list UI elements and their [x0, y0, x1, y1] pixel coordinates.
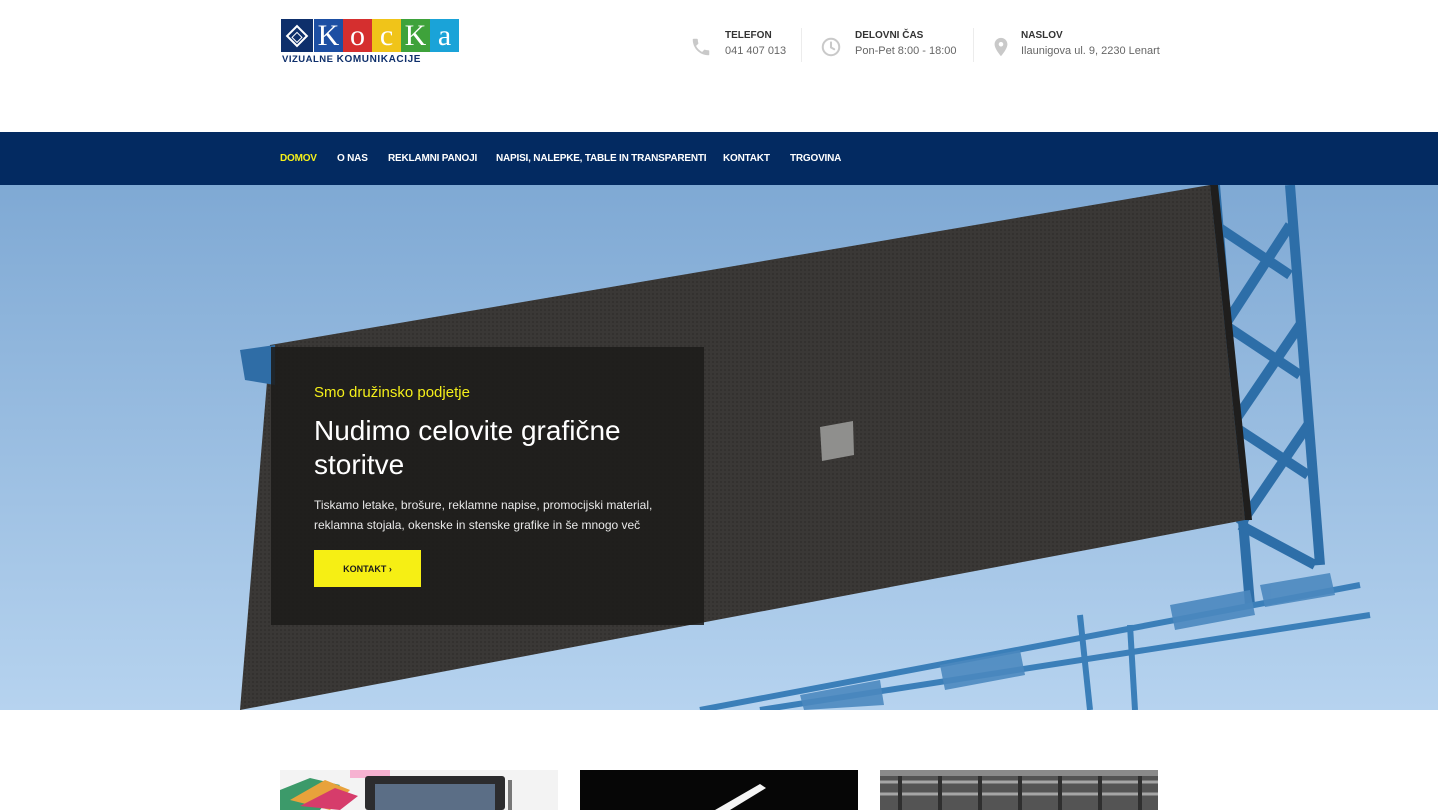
metal-structure-image	[880, 770, 1158, 810]
logo-letter: K	[401, 19, 430, 52]
main-navigation: DOMOV O NAS REKLAMNI PANOJI NAPISI, NALE…	[0, 132, 1438, 185]
logo-subtitle-big: KOMUNIKACIJE	[336, 54, 422, 65]
color-swatch-laptop-image	[280, 770, 558, 810]
hero-billboard-image	[0, 185, 1438, 710]
business-card-image	[580, 770, 858, 810]
logo-letter: c	[372, 19, 401, 52]
hours-value: Pon-Pet 8:00 - 18:00	[855, 45, 957, 57]
service-card-image[interactable]	[880, 770, 1158, 810]
logo-wordmark: K o c K a	[314, 19, 459, 52]
nav-item-domov[interactable]: DOMOV	[280, 153, 317, 164]
clock-icon	[821, 37, 841, 57]
service-card-image[interactable]	[580, 770, 858, 810]
hero-description: Tiskamo letake, brošure, reklamne napise…	[314, 498, 653, 532]
nav-item-napisi[interactable]: NAPISI, NALEPKE, TABLE IN TRANSPARENTI	[496, 153, 707, 164]
header-divider	[973, 28, 974, 62]
header-phone[interactable]: TELEFON 041 407 013	[690, 28, 800, 62]
hero-title: Nudimo celovite grafične storitve	[314, 415, 621, 480]
logo-subtitle: VIZUALNE KOMUNIKACIJE	[282, 54, 421, 65]
phone-icon	[692, 38, 710, 56]
hero-eyebrow: Smo družinsko podjetje	[314, 384, 470, 401]
nav-item-o-nas[interactable]: O NAS	[337, 153, 368, 164]
logo-letter: a	[430, 19, 459, 52]
address-value: Ilaunigova ul. 9, 2230 Lenart	[1021, 45, 1160, 57]
site-header: K o c K a VIZUALNE KOMUNIKACIJE TELEFON …	[0, 0, 1438, 132]
nav-item-trgovina[interactable]: TRGOVINA	[790, 153, 841, 164]
address-title: NASLOV	[1021, 30, 1063, 41]
logo-diamond-icon	[281, 19, 313, 52]
nav-item-reklamni-panoji[interactable]: REKLAMNI PANOJI	[388, 153, 477, 164]
header-address[interactable]: NASLOV Ilaunigova ul. 9, 2230 Lenart	[990, 28, 1160, 62]
phone-title: TELEFON	[725, 30, 772, 41]
map-pin-icon	[994, 37, 1008, 57]
hero-caption-card: Smo družinsko podjetje Nudimo celovite g…	[271, 347, 704, 625]
hero-contact-button[interactable]: KONTAKT ›	[314, 550, 421, 587]
hours-title: DELOVNI ČAS	[855, 30, 924, 41]
phone-value: 041 407 013	[725, 45, 787, 57]
header-hours: DELOVNI ČAS Pon-Pet 8:00 - 18:00	[820, 28, 970, 62]
hero-slider: Smo družinsko podjetje Nudimo celovite g…	[0, 185, 1438, 710]
company-logo[interactable]: K o c K a VIZUALNE KOMUNIKACIJE	[281, 19, 459, 67]
logo-letter: K	[314, 19, 343, 52]
logo-letter: o	[343, 19, 372, 52]
service-card-image[interactable]	[280, 770, 558, 810]
logo-subtitle-small: VIZUALNE	[282, 54, 334, 65]
header-divider	[801, 28, 802, 62]
nav-item-kontakt[interactable]: KONTAKT	[723, 153, 770, 164]
